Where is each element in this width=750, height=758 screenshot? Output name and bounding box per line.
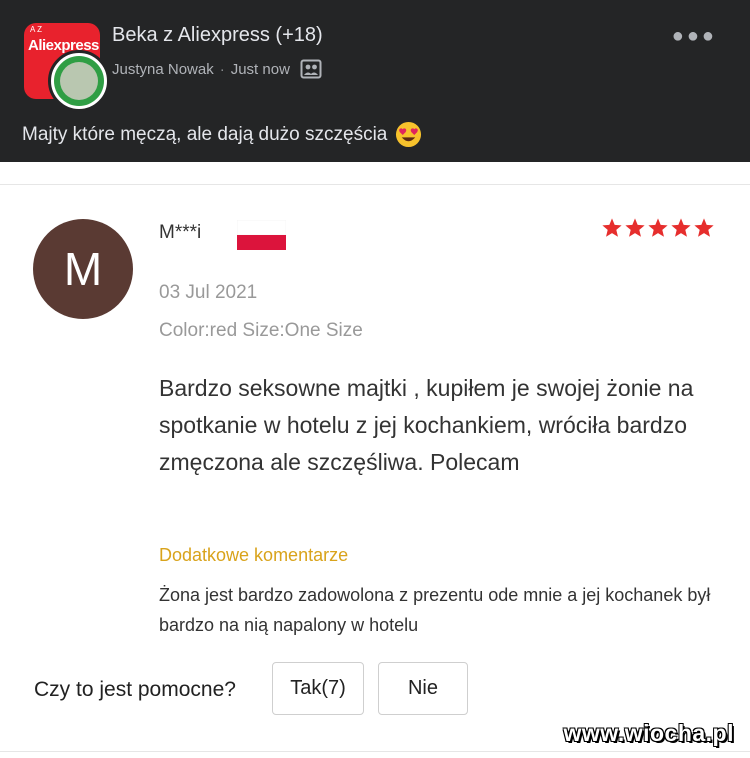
group-privacy-icon: [300, 59, 322, 79]
post-timestamp[interactable]: Just now: [231, 61, 290, 78]
more-options-icon[interactable]: ●●●: [672, 26, 717, 46]
author-avatar[interactable]: [48, 50, 110, 112]
star-icon: [648, 218, 668, 237]
group-logo-small-text: A Z: [30, 25, 43, 34]
rating-stars: [601, 217, 715, 239]
helpful-no-button[interactable]: Nie: [378, 662, 468, 715]
post-caption: Majty które męczą, ale dają dużo szczęśc…: [22, 123, 388, 145]
additional-comments-text: Żona jest bardzo zadowolona z prezentu o…: [159, 585, 711, 635]
review-text: Bardzo seksowne majtki , kupiłem je swoj…: [159, 375, 694, 475]
post-header: A Z Aliexpress Beka z Aliexpress (+18) J…: [0, 0, 750, 162]
divider: [0, 751, 750, 752]
additional-comments-heading: Dodatkowe komentarze: [159, 545, 349, 565]
author-name-link[interactable]: Justyna Nowak: [112, 61, 214, 78]
star-icon: [671, 218, 691, 237]
avatar-photo: [60, 62, 98, 100]
product-variant: Color:red Size:One Size: [159, 320, 363, 341]
star-icon: [694, 218, 714, 237]
review-date: 03 Jul 2021: [159, 282, 258, 303]
helpful-yes-button[interactable]: Tak(7): [272, 662, 364, 715]
meta-separator: ·: [219, 60, 225, 78]
star-icon: [602, 218, 622, 237]
reviewer-name: M***i: [159, 222, 202, 243]
group-name-link[interactable]: Beka z Aliexpress (+18): [112, 24, 323, 47]
post-text: Majty które męczą, ale dają dużo szczęśc…: [22, 121, 422, 148]
helpful-question: Czy to jest pomocne?: [34, 678, 236, 701]
divider: [0, 184, 750, 185]
heart-eyes-emoji-icon: [396, 121, 422, 148]
watermark: www.wiocha.pl: [563, 720, 734, 746]
poland-flag-icon: [237, 220, 286, 250]
star-icon: [625, 218, 645, 237]
post-meta: Justyna Nowak · Just now: [112, 59, 322, 79]
reviewer-avatar: M: [33, 219, 133, 319]
